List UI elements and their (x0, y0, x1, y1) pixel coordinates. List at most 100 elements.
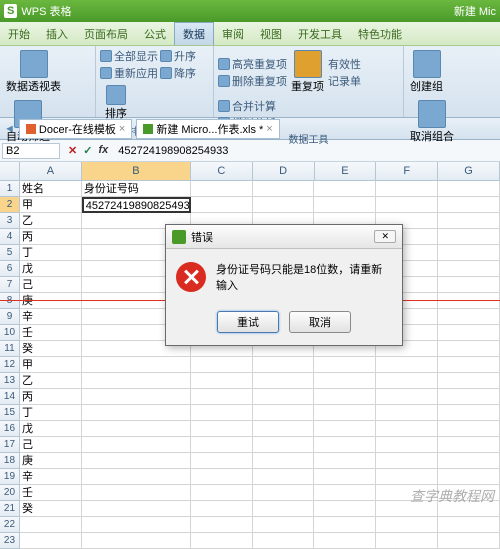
cell[interactable] (438, 293, 500, 309)
row-header[interactable]: 5 (0, 245, 20, 261)
ungroup-button[interactable]: 取消组合 (408, 98, 456, 146)
asc-button[interactable]: 升序 (160, 48, 196, 64)
close-icon[interactable]: × (266, 123, 272, 135)
cell[interactable] (253, 501, 315, 517)
cancel-button[interactable]: 取消 (289, 311, 351, 333)
row-header[interactable]: 21 (0, 501, 20, 517)
form-button[interactable]: 记录单 (328, 73, 361, 89)
doc-tab-current[interactable]: 新建 Micro...作表.xls *× (136, 119, 279, 139)
cell[interactable] (438, 309, 500, 325)
cell[interactable] (438, 229, 500, 245)
cell[interactable] (438, 197, 500, 213)
cell[interactable] (82, 437, 191, 453)
cell[interactable]: 癸 (20, 501, 82, 517)
cell[interactable]: 己 (20, 277, 82, 293)
row-header[interactable]: 6 (0, 261, 20, 277)
cell[interactable]: 戊 (20, 421, 82, 437)
cell[interactable] (82, 405, 191, 421)
cell[interactable] (253, 517, 315, 533)
menu-tab-4[interactable]: 数据 (174, 22, 214, 45)
cell[interactable] (376, 517, 438, 533)
cell[interactable] (253, 181, 315, 197)
cell[interactable] (191, 357, 253, 373)
cell[interactable] (314, 517, 376, 533)
row-header[interactable]: 22 (0, 517, 20, 533)
reapply-button[interactable]: 重新应用 (100, 65, 158, 81)
cell[interactable] (191, 517, 253, 533)
cell[interactable] (314, 485, 376, 501)
cell[interactable]: 壬 (20, 485, 82, 501)
row-header[interactable]: 14 (0, 389, 20, 405)
validation-button[interactable]: 有效性 (328, 56, 361, 72)
cell[interactable]: 乙 (20, 373, 82, 389)
row-header[interactable]: 3 (0, 213, 20, 229)
cell[interactable] (82, 453, 191, 469)
cell[interactable] (438, 469, 500, 485)
cell[interactable] (376, 421, 438, 437)
cell[interactable] (438, 373, 500, 389)
cell[interactable] (376, 197, 438, 213)
cell[interactable] (438, 261, 500, 277)
cell[interactable] (314, 389, 376, 405)
cell[interactable] (253, 405, 315, 421)
cell[interactable] (314, 405, 376, 421)
row-header[interactable]: 8 (0, 293, 20, 309)
cell[interactable] (191, 437, 253, 453)
cell[interactable] (438, 517, 500, 533)
select-all-corner[interactable] (0, 162, 20, 180)
cell[interactable] (82, 389, 191, 405)
highlight-dup-button[interactable]: 高亮重复项 (218, 56, 287, 72)
row-header[interactable]: 23 (0, 533, 20, 549)
row-header[interactable]: 1 (0, 181, 20, 197)
cell[interactable] (191, 533, 253, 549)
col-header-b[interactable]: B (82, 162, 191, 180)
cell[interactable] (253, 453, 315, 469)
cell[interactable] (253, 533, 315, 549)
name-box[interactable]: B2 (2, 143, 60, 159)
cell[interactable]: 姓名 (20, 181, 82, 197)
cell[interactable] (376, 453, 438, 469)
cell[interactable] (253, 437, 315, 453)
menu-tab-7[interactable]: 开发工具 (290, 23, 350, 45)
cell[interactable] (438, 405, 500, 421)
cell[interactable] (314, 421, 376, 437)
cell[interactable] (314, 437, 376, 453)
cell[interactable]: 辛 (20, 309, 82, 325)
cell[interactable] (82, 533, 191, 549)
close-icon[interactable]: × (119, 123, 125, 135)
formula-input[interactable]: 452724198908254933 (114, 144, 500, 158)
cell[interactable] (314, 197, 376, 213)
cell[interactable] (376, 181, 438, 197)
row-header[interactable]: 16 (0, 421, 20, 437)
menu-tab-2[interactable]: 页面布局 (76, 23, 136, 45)
cell[interactable] (314, 181, 376, 197)
cell[interactable] (438, 213, 500, 229)
cell[interactable] (82, 357, 191, 373)
cell[interactable]: 丁 (20, 405, 82, 421)
menu-tab-0[interactable]: 开始 (0, 23, 38, 45)
menu-tab-1[interactable]: 插入 (38, 23, 76, 45)
cell[interactable] (191, 421, 253, 437)
cell[interactable] (438, 277, 500, 293)
consolidate-button[interactable]: 合并计算 (218, 98, 276, 114)
sort-button[interactable]: 排序 (100, 83, 132, 123)
cell[interactable] (191, 373, 253, 389)
cell[interactable] (376, 389, 438, 405)
cell[interactable]: 戊 (20, 261, 82, 277)
cell[interactable] (82, 517, 191, 533)
cell[interactable]: 己 (20, 437, 82, 453)
row-header[interactable]: 2 (0, 197, 20, 213)
row-header[interactable]: 18 (0, 453, 20, 469)
cell[interactable] (438, 533, 500, 549)
row-header[interactable]: 15 (0, 405, 20, 421)
cell[interactable]: 辛 (20, 469, 82, 485)
row-header[interactable]: 17 (0, 437, 20, 453)
cell[interactable]: 甲 (20, 197, 82, 213)
cell[interactable]: 身份证号码 (82, 181, 191, 197)
desc-button[interactable]: 降序 (160, 65, 196, 81)
cell[interactable] (191, 485, 253, 501)
fx-icon[interactable]: fx (98, 144, 108, 157)
menu-tab-8[interactable]: 特色功能 (350, 23, 410, 45)
row-header[interactable]: 7 (0, 277, 20, 293)
cell[interactable] (20, 517, 82, 533)
